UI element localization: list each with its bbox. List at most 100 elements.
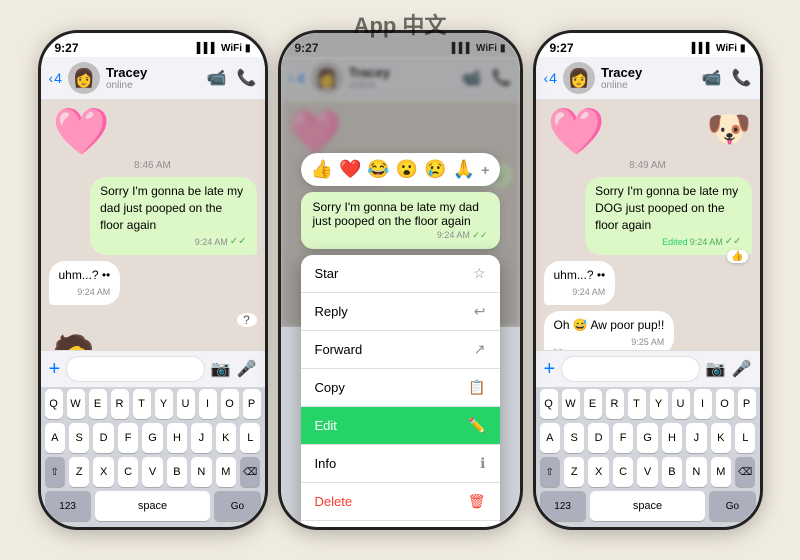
battery-icon: ▮ bbox=[245, 43, 251, 54]
key-p[interactable]: P bbox=[243, 389, 261, 419]
menu-edit[interactable]: Edit ✏️ bbox=[301, 407, 500, 445]
key-3-o[interactable]: O bbox=[716, 389, 734, 419]
key-w[interactable]: W bbox=[67, 389, 85, 419]
key-h[interactable]: H bbox=[167, 423, 187, 453]
key-3-e[interactable]: E bbox=[584, 389, 602, 419]
key-3-123[interactable]: 123 bbox=[540, 491, 586, 521]
key-3-q[interactable]: Q bbox=[540, 389, 558, 419]
key-m[interactable]: M bbox=[216, 457, 236, 487]
key-u[interactable]: U bbox=[177, 389, 195, 419]
key-3-a[interactable]: A bbox=[540, 423, 560, 453]
menu-reply[interactable]: Reply ↩ bbox=[301, 293, 500, 331]
key-3-t[interactable]: T bbox=[628, 389, 646, 419]
video-icon-1[interactable]: 📹 bbox=[207, 68, 227, 88]
plus-icon-1[interactable]: + bbox=[49, 358, 61, 381]
key-l[interactable]: L bbox=[240, 423, 260, 453]
key-3-delete[interactable]: ⌫ bbox=[735, 457, 755, 487]
emoji-bar: 👍 ❤️ 😂 😮 😢 🙏 + bbox=[301, 153, 500, 186]
key-j[interactable]: J bbox=[191, 423, 211, 453]
key-3-c[interactable]: C bbox=[613, 457, 633, 487]
key-t[interactable]: T bbox=[133, 389, 151, 419]
key-row-1: Q W E R T Y U I O P bbox=[41, 387, 265, 421]
key-r[interactable]: R bbox=[111, 389, 129, 419]
key-3-r[interactable]: R bbox=[606, 389, 624, 419]
key-3-i[interactable]: I bbox=[694, 389, 712, 419]
react-sad[interactable]: 😢 bbox=[424, 159, 446, 180]
key-f[interactable]: F bbox=[118, 423, 138, 453]
key-3-z[interactable]: Z bbox=[564, 457, 584, 487]
key-3-f[interactable]: F bbox=[613, 423, 633, 453]
reply-icon: ↩ bbox=[474, 303, 486, 320]
key-3-l[interactable]: L bbox=[735, 423, 755, 453]
key-b[interactable]: B bbox=[167, 457, 187, 487]
key-x[interactable]: X bbox=[93, 457, 113, 487]
key-3-k[interactable]: K bbox=[711, 423, 731, 453]
mic-icon-1[interactable]: 🎤 bbox=[237, 359, 257, 379]
key-3-d[interactable]: D bbox=[588, 423, 608, 453]
key-c[interactable]: C bbox=[118, 457, 138, 487]
back-button-3[interactable]: ‹ 4 bbox=[544, 70, 557, 86]
plus-icon-3[interactable]: + bbox=[544, 358, 556, 381]
call-icon-3[interactable]: 📞 bbox=[732, 68, 752, 88]
call-icon-1[interactable]: 📞 bbox=[237, 68, 257, 88]
key-g[interactable]: G bbox=[142, 423, 162, 453]
video-icon-3[interactable]: 📹 bbox=[702, 68, 722, 88]
key-o[interactable]: O bbox=[221, 389, 239, 419]
mic-icon-3[interactable]: 🎤 bbox=[732, 359, 752, 379]
key-3-go[interactable]: Go bbox=[709, 491, 755, 521]
key-n[interactable]: N bbox=[191, 457, 211, 487]
key-space[interactable]: space bbox=[95, 491, 211, 521]
react-pray[interactable]: 🙏 bbox=[453, 159, 475, 180]
key-3-y[interactable]: Y bbox=[650, 389, 668, 419]
key-3-w[interactable]: W bbox=[562, 389, 580, 419]
key-row-4: 123 space Go bbox=[41, 489, 265, 527]
status-icons-1: ▌▌▌ WiFi ▮ bbox=[197, 43, 251, 54]
react-laugh[interactable]: 😂 bbox=[367, 159, 389, 180]
bubble-time-recv-3: 9:24 AM bbox=[554, 286, 606, 299]
key-3-h[interactable]: H bbox=[662, 423, 682, 453]
key-i[interactable]: I bbox=[199, 389, 217, 419]
key-3-p[interactable]: P bbox=[738, 389, 756, 419]
react-heart[interactable]: ❤️ bbox=[339, 159, 361, 180]
camera-icon-1[interactable]: 📷 bbox=[211, 359, 231, 379]
key-3-s[interactable]: S bbox=[564, 423, 584, 453]
key-go[interactable]: Go bbox=[214, 491, 260, 521]
recv-msg-3: uhm...? •• 9:24 AM bbox=[544, 261, 752, 304]
message-input-3[interactable] bbox=[561, 356, 699, 382]
key-3-space[interactable]: space bbox=[590, 491, 706, 521]
message-input-1[interactable] bbox=[66, 356, 204, 382]
key-3-j[interactable]: J bbox=[686, 423, 706, 453]
key-3-v[interactable]: V bbox=[637, 457, 657, 487]
react-wow[interactable]: 😮 bbox=[396, 159, 418, 180]
back-button-1[interactable]: ‹ 4 bbox=[49, 70, 62, 86]
key-123[interactable]: 123 bbox=[45, 491, 91, 521]
menu-more[interactable]: More... bbox=[301, 521, 500, 527]
key-3-shift[interactable]: ⇧ bbox=[540, 457, 560, 487]
key-3-n[interactable]: N bbox=[686, 457, 706, 487]
key-a[interactable]: A bbox=[45, 423, 65, 453]
key-shift[interactable]: ⇧ bbox=[45, 457, 65, 487]
camera-icon-3[interactable]: 📷 bbox=[706, 359, 726, 379]
key-q[interactable]: Q bbox=[45, 389, 63, 419]
key-3-x[interactable]: X bbox=[588, 457, 608, 487]
key-z[interactable]: Z bbox=[69, 457, 89, 487]
react-more[interactable]: + bbox=[481, 162, 489, 178]
menu-delete[interactable]: Delete 🗑 bbox=[301, 483, 500, 521]
key-delete[interactable]: ⌫ bbox=[240, 457, 260, 487]
key-3-b[interactable]: B bbox=[662, 457, 682, 487]
key-v[interactable]: V bbox=[142, 457, 162, 487]
react-thumbs-up[interactable]: 👍 bbox=[311, 159, 333, 180]
key-3-m[interactable]: M bbox=[711, 457, 731, 487]
key-k[interactable]: K bbox=[216, 423, 236, 453]
key-y[interactable]: Y bbox=[155, 389, 173, 419]
key-e[interactable]: E bbox=[89, 389, 107, 419]
key-3-u[interactable]: U bbox=[672, 389, 690, 419]
menu-forward[interactable]: Forward ↗ bbox=[301, 331, 500, 369]
signal-icon-3: ▌▌▌ bbox=[692, 43, 713, 54]
menu-info[interactable]: Info ℹ bbox=[301, 445, 500, 483]
key-s[interactable]: S bbox=[69, 423, 89, 453]
key-3-g[interactable]: G bbox=[637, 423, 657, 453]
menu-copy[interactable]: Copy 📋 bbox=[301, 369, 500, 407]
key-d[interactable]: D bbox=[93, 423, 113, 453]
menu-star[interactable]: Star ☆ bbox=[301, 255, 500, 293]
